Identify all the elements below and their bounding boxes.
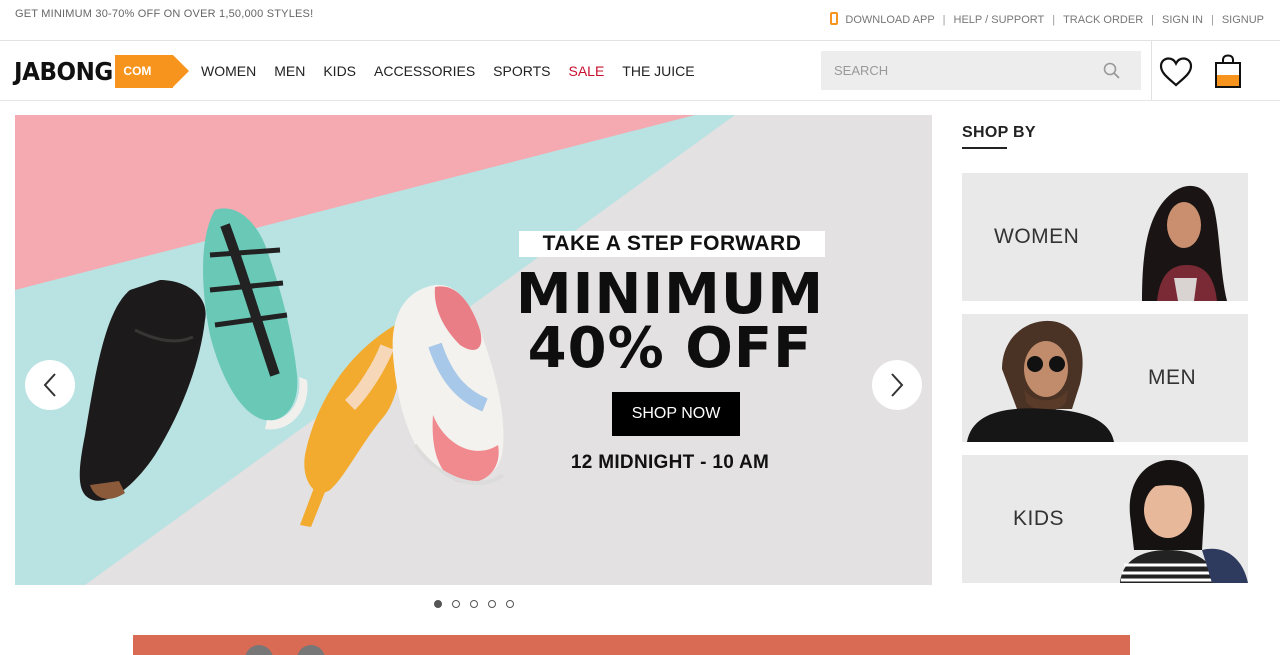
carousel-dot[interactable] [488, 600, 496, 608]
women-model-image [1142, 185, 1227, 301]
top-links: DOWNLOAD APP | HELP / SUPPORT | TRACK OR… [830, 12, 1264, 26]
nav-sale[interactable]: SALE [568, 63, 604, 79]
shop-by-men-tile[interactable]: MEN [962, 314, 1248, 442]
carousel-dot[interactable] [452, 600, 460, 608]
hero-banner[interactable]: TAKE A STEP FORWARD MINIMUM 40% OFF SHOP… [15, 115, 932, 585]
top-strip: GET MINIMUM 30-70% OFF ON OVER 1,50,000 … [0, 0, 1280, 41]
main-header: JABONG COM WOMEN MEN KIDS ACCESSORIES SP… [0, 41, 1280, 101]
separator: | [1210, 13, 1214, 26]
jabong-logo[interactable]: JABONG COM [14, 55, 190, 88]
shop-by-women-tile[interactable]: WOMEN [962, 173, 1248, 301]
shop-by-kids-tile[interactable]: KIDS [962, 455, 1248, 583]
separator: | [942, 13, 946, 26]
track-order-link[interactable]: TRACK ORDER [1063, 14, 1143, 26]
search-box [821, 51, 1141, 90]
promo-text: GET MINIMUM 30-70% OFF ON OVER 1,50,000 … [15, 8, 314, 20]
carousel-prev-button[interactable] [25, 360, 75, 410]
nav-accessories[interactable]: ACCESSORIES [374, 63, 475, 79]
nav-kids[interactable]: KIDS [323, 63, 356, 79]
carousel-next-button[interactable] [872, 360, 922, 410]
banner-tagline: TAKE A STEP FORWARD [519, 231, 825, 257]
banner-headline-line1: MINIMUM [515, 262, 825, 327]
shopping-bag-icon[interactable] [1213, 54, 1243, 90]
tile-label-men: MEN [1148, 366, 1197, 389]
carousel-dots [434, 600, 524, 608]
main-nav: WOMEN MEN KIDS ACCESSORIES SPORTS SALE T… [201, 63, 713, 79]
carousel-dot[interactable] [470, 600, 478, 608]
search-icon[interactable] [1103, 62, 1121, 80]
banner-headline: MINIMUM 40% OFF [510, 262, 830, 381]
separator: | [1151, 13, 1154, 26]
shop-by-title: SHOP BY [962, 124, 1036, 141]
help-support-link[interactable]: HELP / SUPPORT [954, 14, 1045, 26]
download-app-link[interactable]: DOWNLOAD APP [845, 14, 934, 26]
banner-time: 12 MIDNIGHT - 10 AM [570, 452, 770, 473]
shop-now-button[interactable]: SHOP NOW [612, 392, 740, 436]
phone-icon [830, 12, 839, 25]
sign-in-link[interactable]: SIGN IN [1162, 14, 1203, 26]
promo-strip-partial[interactable] [133, 635, 1130, 655]
men-model-image [967, 320, 1114, 442]
nav-sports[interactable]: SPORTS [493, 63, 550, 79]
carousel-dot[interactable] [434, 600, 442, 608]
header-divider [1151, 41, 1152, 100]
partial-graphic [245, 645, 325, 655]
search-input[interactable] [821, 51, 1081, 90]
logo-com-badge: COM [115, 55, 190, 88]
separator: | [1052, 13, 1056, 26]
kids-model-image [1120, 460, 1248, 583]
nav-men[interactable]: MEN [274, 63, 305, 79]
signup-link[interactable]: SIGNUP [1222, 14, 1264, 26]
chevron-right-icon [891, 373, 904, 397]
tile-label-kids: KIDS [1013, 507, 1065, 530]
nav-the-juice[interactable]: THE JUICE [622, 63, 694, 79]
carousel-dot[interactable] [506, 600, 514, 608]
nav-women[interactable]: WOMEN [201, 63, 256, 79]
banner-headline-line2: 40% OFF [527, 316, 813, 381]
wishlist-heart-icon[interactable] [1159, 57, 1193, 87]
tile-label-women: WOMEN [994, 225, 1080, 248]
chevron-left-icon [43, 373, 56, 397]
logo-text: JABONG [14, 57, 113, 86]
shop-by-underline [962, 147, 1007, 149]
